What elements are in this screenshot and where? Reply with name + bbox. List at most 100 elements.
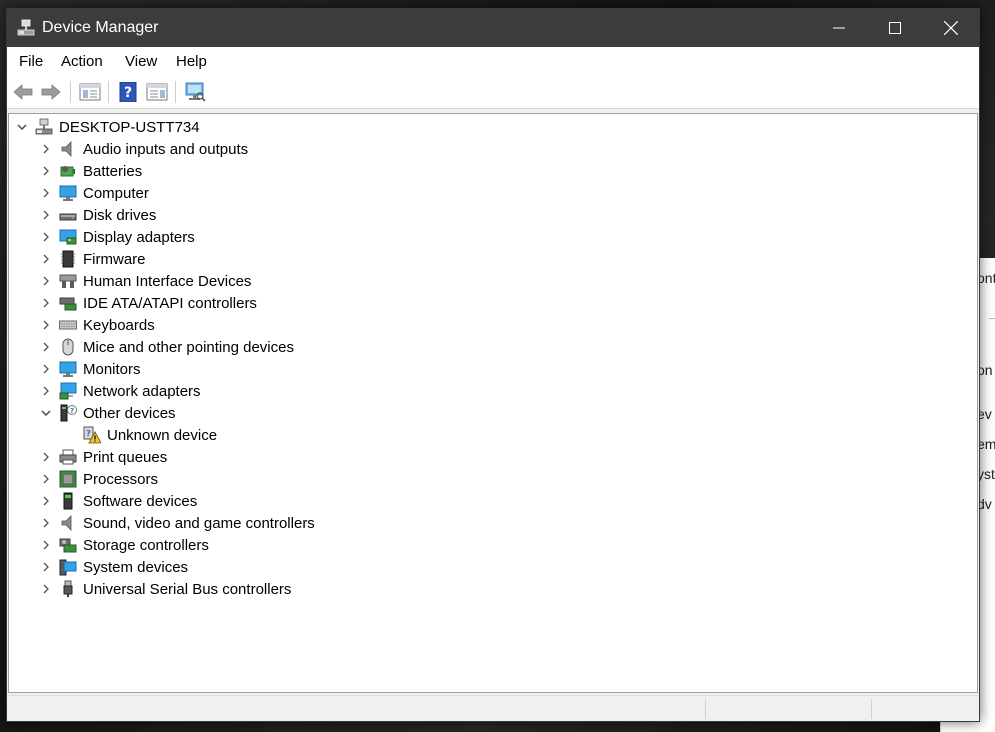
chevron-right-icon[interactable] xyxy=(39,538,53,552)
tree-item[interactable]: Network adapters xyxy=(39,380,201,402)
tree-child-unknown-device[interactable]: ? Unknown device xyxy=(83,424,217,446)
tree-item-label: Disk drives xyxy=(83,206,157,224)
device-tree[interactable]: DESKTOP-USTT734 Audio inputs and outputs… xyxy=(8,113,978,693)
tree-item[interactable]: Monitors xyxy=(39,358,141,380)
status-pane-divider xyxy=(871,699,872,719)
background-divider xyxy=(989,318,995,319)
tree-item-label: Firmware xyxy=(83,250,146,268)
properties-icon[interactable] xyxy=(79,82,101,102)
tree-item-other-devices[interactable]: ? Other devices xyxy=(39,402,176,424)
toolbar-separator xyxy=(175,81,176,103)
tree-item-label: Display adapters xyxy=(83,228,195,246)
minimize-button[interactable] xyxy=(811,9,867,47)
details-pane-icon[interactable] xyxy=(146,82,168,102)
menu-action[interactable]: Action xyxy=(61,53,103,70)
tree-item[interactable]: Processors xyxy=(39,468,158,490)
menu-file[interactable]: File xyxy=(19,53,43,70)
mouse-icon xyxy=(62,338,74,356)
tree-item-label: Unknown device xyxy=(107,426,218,444)
close-button[interactable] xyxy=(923,9,979,47)
back-arrow-icon[interactable] xyxy=(12,82,34,102)
tree-item[interactable]: Firmware xyxy=(39,248,146,270)
tree-item[interactable]: Disk drives xyxy=(39,204,156,226)
tree-item-label: Human Interface Devices xyxy=(83,272,252,290)
chevron-right-icon[interactable] xyxy=(39,252,53,266)
tree-item-label: Network adapters xyxy=(83,382,201,400)
tree-item[interactable]: System devices xyxy=(39,556,188,578)
tree-item-label: Computer xyxy=(83,184,149,202)
tree-item[interactable]: Universal Serial Bus controllers xyxy=(39,578,291,600)
chevron-right-icon[interactable] xyxy=(39,142,53,156)
tree-item[interactable]: Human Interface Devices xyxy=(39,270,251,292)
processor-icon xyxy=(59,470,77,488)
chevron-right-icon[interactable] xyxy=(39,296,53,310)
tree-item[interactable]: Batteries xyxy=(39,160,142,182)
svg-text:?: ? xyxy=(70,407,74,415)
chevron-right-icon[interactable] xyxy=(39,186,53,200)
tree-item[interactable]: Computer xyxy=(39,182,149,204)
chevron-down-icon[interactable] xyxy=(39,406,53,420)
tree-item[interactable]: Keyboards xyxy=(39,314,155,336)
speaker-icon xyxy=(61,141,72,157)
chevron-right-icon[interactable] xyxy=(39,208,53,222)
device-manager-window: Device Manager File Action View Help ? D… xyxy=(6,8,980,722)
network-adapter-icon xyxy=(59,382,77,400)
maximize-icon xyxy=(889,22,901,34)
tree-item-label: Sound, video and game controllers xyxy=(83,514,315,532)
tree-item-label: Batteries xyxy=(83,162,143,180)
tree-item[interactable]: Software devices xyxy=(39,490,197,512)
tree-root[interactable]: DESKTOP-USTT734 xyxy=(15,116,200,138)
menu-help[interactable]: Help xyxy=(176,53,207,70)
tree-item[interactable]: Mice and other pointing devices xyxy=(39,336,294,358)
toolbar-separator xyxy=(70,81,71,103)
chevron-right-icon[interactable] xyxy=(39,560,53,574)
tree-item[interactable]: Sound, video and game controllers xyxy=(39,512,315,534)
tree-item-label: Print queues xyxy=(83,448,168,466)
maximize-button[interactable] xyxy=(867,9,923,47)
monitor-icon xyxy=(59,361,77,377)
sound-controller-icon xyxy=(61,515,72,531)
printer-icon xyxy=(59,449,77,465)
tree-item[interactable]: Storage controllers xyxy=(39,534,209,556)
chevron-right-icon[interactable] xyxy=(39,384,53,398)
status-pane-divider xyxy=(705,699,706,719)
chevron-down-icon[interactable] xyxy=(15,120,29,134)
chevron-right-icon[interactable] xyxy=(39,340,53,354)
chevron-right-icon[interactable] xyxy=(39,164,53,178)
system-devices-icon xyxy=(59,559,77,576)
tree-item-label: Processors xyxy=(83,470,159,488)
chevron-right-icon[interactable] xyxy=(39,362,53,376)
keyboard-icon xyxy=(59,320,77,330)
tree-item[interactable]: Display adapters xyxy=(39,226,195,248)
chevron-right-icon[interactable] xyxy=(39,516,53,530)
tree-item[interactable]: Audio inputs and outputs xyxy=(39,138,248,160)
chevron-right-icon[interactable] xyxy=(39,318,53,332)
chevron-right-icon[interactable] xyxy=(39,450,53,464)
chevron-right-icon[interactable] xyxy=(39,274,53,288)
tree-item-label: Audio inputs and outputs xyxy=(83,140,249,158)
display-adapter-icon xyxy=(59,229,77,245)
chevron-right-icon[interactable] xyxy=(39,230,53,244)
chevron-right-icon[interactable] xyxy=(39,582,53,596)
tree-item-label: Mice and other pointing devices xyxy=(83,338,294,356)
software-device-icon xyxy=(63,492,73,510)
menu-view[interactable]: View xyxy=(125,53,157,70)
tree-item-label: Universal Serial Bus controllers xyxy=(83,580,292,598)
title-bar[interactable]: Device Manager xyxy=(7,9,979,47)
tree-item-label: Software devices xyxy=(83,492,198,510)
tree-item-label: System devices xyxy=(83,558,189,576)
toolbar-separator xyxy=(108,81,109,103)
svg-text:?: ? xyxy=(124,85,132,101)
status-bar xyxy=(7,695,979,721)
chevron-right-icon[interactable] xyxy=(39,472,53,486)
disk-drive-icon xyxy=(59,213,77,221)
forward-arrow-icon[interactable] xyxy=(40,82,62,102)
tree-item-label: Monitors xyxy=(83,360,141,378)
help-icon[interactable]: ? xyxy=(117,82,139,102)
scan-hardware-icon[interactable] xyxy=(184,82,206,102)
window-title: Device Manager xyxy=(42,19,159,36)
close-icon xyxy=(944,21,958,35)
chevron-right-icon[interactable] xyxy=(39,494,53,508)
tree-item[interactable]: Print queues xyxy=(39,446,167,468)
tree-item[interactable]: IDE ATA/ATAPI controllers xyxy=(39,292,257,314)
